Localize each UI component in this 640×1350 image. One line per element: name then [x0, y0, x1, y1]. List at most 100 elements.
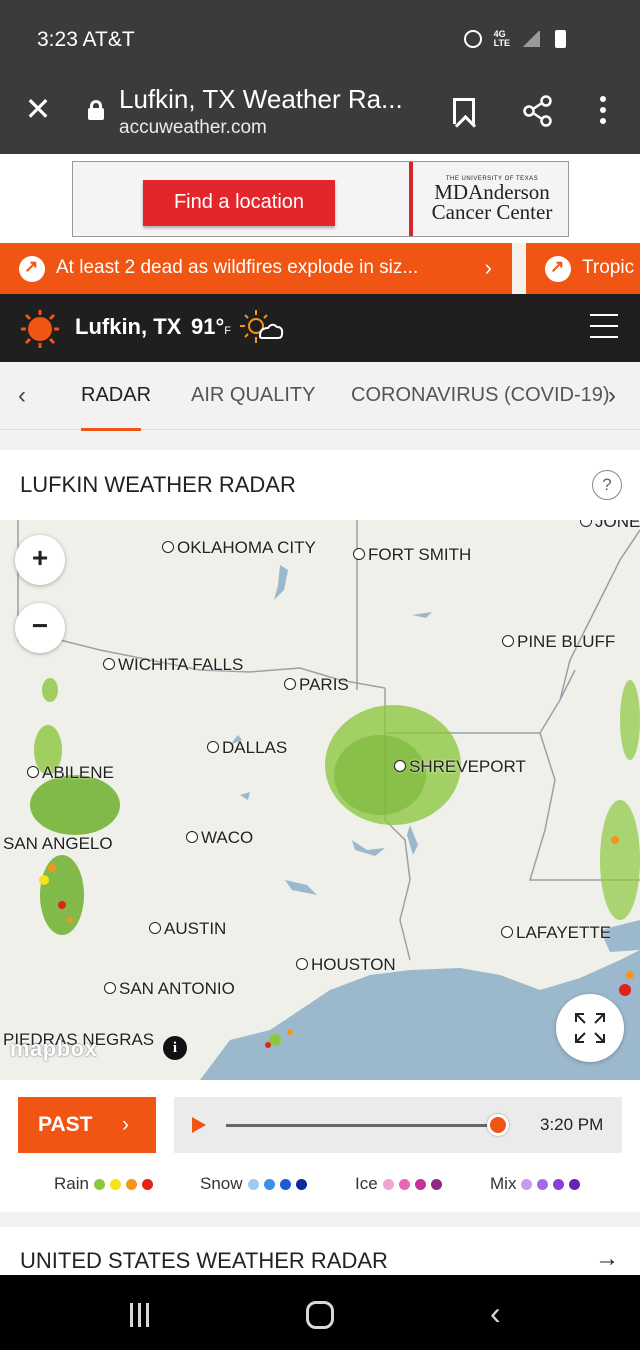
ticker-item[interactable]: Tropic: [526, 243, 640, 294]
us-radar-title: UNITED STATES WEATHER RADAR: [20, 1248, 388, 1273]
subnav-tabs: ‹ RADAR AIR QUALITY CORONAVIRUS (COVID-1…: [0, 362, 640, 431]
legend-rain: Rain: [54, 1174, 153, 1194]
signal-icon: [522, 31, 540, 47]
ticker-text: At least 2 dead as wildfires explode in …: [56, 257, 419, 278]
state-borders: [17, 520, 640, 961]
page-domain[interactable]: accuweather.com: [119, 117, 267, 139]
logo-line-1: MDAnderson: [434, 180, 550, 204]
ad-box[interactable]: Find a location THE UNIVERSITY OF TEXAS …: [72, 161, 569, 237]
timeline-time: 3:20 PM: [540, 1115, 604, 1134]
location-header: Lufkin, TX 91°F: [0, 294, 640, 362]
legend-dot: [125, 1178, 137, 1190]
chevron-right-icon: ›: [484, 255, 492, 280]
recents-icon[interactable]: [130, 1303, 154, 1327]
browser-toolbar: ✕ Lufkin, TX Weather Ra... accuweather.c…: [0, 80, 640, 154]
alarm-icon: [463, 30, 482, 48]
status-icons: 4G LTE: [463, 29, 566, 48]
zoom-in-button[interactable]: +: [15, 535, 65, 585]
map-base-layer: [17, 520, 640, 1080]
bookmark-icon[interactable]: [453, 98, 475, 124]
city-label: AUSTIN: [149, 919, 226, 939]
city-label: PINE BLUFF: [502, 632, 615, 652]
info-icon[interactable]: i: [163, 1036, 187, 1060]
radar-title: LUFKIN WEATHER RADAR: [20, 472, 296, 497]
trending-icon: [545, 256, 571, 282]
expand-icon: [575, 1013, 605, 1043]
logo-line-2: Cancer Center: [431, 200, 553, 224]
location-name[interactable]: Lufkin, TX: [75, 314, 181, 340]
back-icon[interactable]: ‹: [490, 1295, 501, 1332]
ticker-text: Tropic: [582, 257, 635, 278]
legend-dot: [398, 1178, 410, 1190]
city-label: OKLAHOMA CITY: [162, 538, 316, 558]
legend-dot: [430, 1178, 442, 1190]
legend-dot: [109, 1178, 121, 1190]
legend-label: Ice: [355, 1174, 378, 1193]
play-icon[interactable]: [192, 1117, 206, 1133]
legend-dot: [295, 1178, 307, 1190]
chevron-left-icon[interactable]: ‹: [18, 382, 26, 410]
lte-icon: 4G LTE: [493, 29, 510, 48]
radar-section-header: LUFKIN WEATHER RADAR ?: [0, 450, 640, 520]
radar-map[interactable]: OKLAHOMA CITY FORT SMITH PINE BLUFF WICH…: [0, 520, 640, 1080]
current-temp: 91°F: [191, 314, 231, 340]
status-bar: 3:23 AT&T 4G LTE: [0, 0, 640, 80]
md-anderson-logo: THE UNIVERSITY OF TEXAS MDAnderson Cance…: [418, 176, 566, 224]
tab-radar[interactable]: RADAR: [81, 384, 151, 407]
city-label: LAFAYETTE: [501, 923, 611, 943]
close-button[interactable]: ✕: [24, 93, 52, 125]
city-label: JONES: [580, 520, 640, 532]
page-title[interactable]: Lufkin, TX Weather Ra...: [119, 84, 403, 115]
hamburger-menu-icon[interactable]: [590, 314, 618, 340]
arrow-right-icon: →: [595, 1245, 619, 1272]
accuweather-logo-icon[interactable]: [20, 309, 60, 349]
ad-banner: Find a location THE UNIVERSITY OF TEXAS …: [0, 154, 640, 243]
help-icon[interactable]: ?: [592, 470, 622, 500]
legend-label: Rain: [54, 1174, 89, 1193]
news-ticker: At least 2 dead as wildfires explode in …: [0, 243, 640, 294]
temp-value: 91°: [191, 314, 225, 339]
legend-dot: [569, 1178, 581, 1190]
temp-unit: F: [224, 325, 232, 337]
radar-controls: PAST › 3:20 PM Rain Snow Ice Mix: [0, 1080, 640, 1212]
tab-air-quality[interactable]: AIR QUALITY: [191, 384, 315, 407]
past-button[interactable]: PAST ›: [18, 1097, 156, 1153]
home-icon[interactable]: [306, 1301, 334, 1329]
us-radar-link[interactable]: UNITED STATES WEATHER RADAR →: [0, 1227, 640, 1275]
timeline-thumb[interactable]: [486, 1114, 509, 1136]
more-menu-icon[interactable]: [598, 96, 608, 126]
legend-snow: Snow: [200, 1174, 307, 1194]
partly-sunny-icon: [240, 310, 284, 343]
find-location-button[interactable]: Find a location: [143, 180, 335, 226]
trending-icon: [19, 256, 45, 282]
city-label: PARIS: [284, 675, 349, 695]
legend-dot: [263, 1178, 275, 1190]
legend-label: Mix: [490, 1174, 517, 1193]
ticker-item[interactable]: At least 2 dead as wildfires explode in …: [0, 243, 512, 294]
city-label: WACO: [186, 828, 253, 848]
legend-mix: Mix: [490, 1174, 581, 1194]
timeline-track[interactable]: [226, 1124, 506, 1127]
city-label: DALLAS: [207, 738, 287, 758]
legend-dot: [414, 1178, 426, 1190]
legend-dot: [279, 1178, 291, 1190]
city-label: SHREVEPORT: [394, 757, 526, 777]
lock-icon[interactable]: [88, 100, 104, 120]
fullscreen-button[interactable]: [556, 994, 624, 1062]
legend-dot: [382, 1178, 394, 1190]
zoom-out-button[interactable]: −: [15, 603, 65, 653]
city-label: SAN ANGELO: [0, 834, 113, 854]
tab-coronavirus[interactable]: CORONAVIRUS (COVID-19): [351, 384, 610, 407]
system-nav-bar: ‹: [0, 1275, 640, 1350]
past-label: PAST: [38, 1113, 93, 1136]
share-icon[interactable]: [521, 94, 555, 128]
timeline-player: 3:20 PM: [174, 1097, 622, 1153]
legend-dot: [93, 1178, 105, 1190]
battery-icon: [555, 30, 566, 48]
city-label: SAN ANTONIO: [104, 979, 235, 999]
legend-label: Snow: [200, 1174, 243, 1193]
legend-dot: [553, 1178, 565, 1190]
legend-dot: [537, 1178, 549, 1190]
chevron-right-icon[interactable]: ›: [608, 382, 616, 410]
mapbox-logo[interactable]: mapbox: [10, 1036, 97, 1062]
